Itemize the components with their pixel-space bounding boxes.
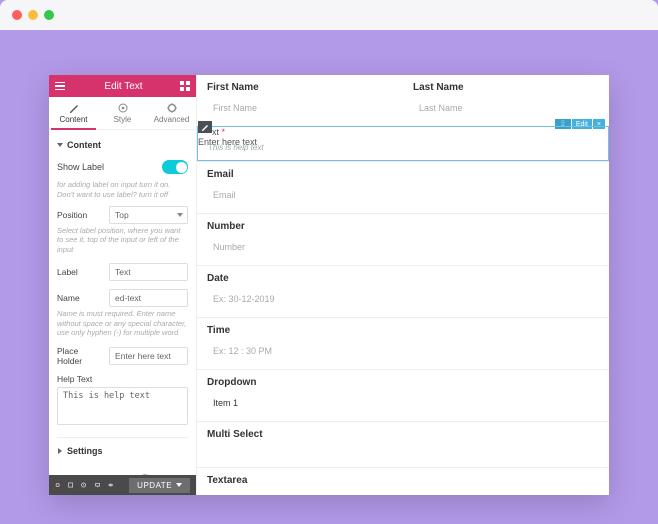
name-label: Name	[57, 293, 103, 303]
editor-app: Edit Text Content Style	[49, 75, 609, 495]
position-label: Position	[57, 210, 103, 220]
multiselect-input[interactable]	[207, 445, 599, 459]
element-tag[interactable]	[198, 121, 212, 133]
position-hint: Select label position, where you want to…	[57, 226, 188, 255]
window-close-dot[interactable]	[12, 10, 22, 20]
sidebar-body: Content Show Label for adding label on i…	[49, 130, 196, 475]
show-label-label: Show Label	[57, 162, 104, 172]
editor-sidebar: Edit Text Content Style	[49, 75, 197, 495]
textarea-input[interactable]: Text area	[207, 491, 599, 495]
date-input[interactable]: Ex: 30-12-2019	[207, 289, 599, 309]
dropdown-select[interactable]: Item 1	[207, 393, 599, 413]
update-button[interactable]: UPDATE	[129, 478, 190, 493]
placeholder-label: Place Holder	[57, 346, 103, 366]
show-label-toggle[interactable]	[162, 160, 188, 174]
name-hint: Name is must required. Enter name withou…	[57, 309, 188, 338]
widgets-icon[interactable]	[180, 81, 190, 91]
field-textarea[interactable]: Textarea Text area	[197, 467, 609, 495]
panel-title: Edit Text	[104, 81, 142, 92]
label-label: Label	[57, 267, 103, 277]
preview-icon[interactable]	[108, 480, 113, 490]
field-last-name[interactable]: Last Name Last Name ⁞⁞ Edit ×	[403, 75, 609, 126]
field-time[interactable]: Time Ex: 12 : 30 PM	[197, 317, 609, 361]
accordion-settings[interactable]: Settings	[57, 437, 188, 460]
chevron-right-icon	[58, 448, 62, 454]
help-text: This is help text	[208, 143, 598, 152]
tab-style[interactable]: Style	[98, 97, 147, 129]
show-label-hint: for adding label on input turn it on. Do…	[57, 180, 188, 200]
field-text-selected[interactable]: xt * Enter here text This is help text	[197, 126, 609, 161]
tab-advanced[interactable]: Advanced	[147, 97, 196, 129]
sidebar-footer: UPDATE	[49, 475, 196, 495]
browser-titlebar	[0, 0, 658, 30]
email-input[interactable]: Email	[207, 185, 599, 205]
window-min-dot[interactable]	[28, 10, 38, 20]
sidebar-header: Edit Text	[49, 75, 196, 97]
chevron-down-icon	[176, 483, 182, 487]
field-dropdown[interactable]: Dropdown Item 1	[197, 369, 609, 413]
window-max-dot[interactable]	[44, 10, 54, 20]
chevron-down-icon	[57, 143, 63, 147]
settings-icon[interactable]	[55, 480, 60, 490]
responsive-icon[interactable]	[95, 480, 100, 490]
name-input[interactable]	[109, 289, 188, 307]
first-name-input[interactable]: First Name	[207, 98, 393, 118]
tab-content[interactable]: Content	[49, 97, 98, 129]
history-icon[interactable]	[81, 480, 86, 490]
last-name-input[interactable]: Last Name	[413, 98, 599, 118]
accordion-content[interactable]: Content	[57, 136, 188, 154]
placeholder-input[interactable]	[109, 347, 188, 365]
helptext-label: Help Text	[57, 374, 188, 384]
time-input[interactable]: Ex: 12 : 30 PM	[207, 341, 599, 361]
sidebar-tabs: Content Style Advanced	[49, 97, 196, 130]
helptext-input[interactable]: This is help text	[57, 387, 188, 425]
navigator-icon[interactable]	[68, 480, 73, 490]
label-input[interactable]	[109, 263, 188, 281]
menu-icon[interactable]	[55, 82, 67, 91]
field-first-name[interactable]: First Name First Name	[197, 75, 403, 126]
field-multiselect[interactable]: Multi Select	[197, 421, 609, 459]
number-input[interactable]: Number	[207, 237, 599, 257]
field-email[interactable]: Email Email	[197, 161, 609, 205]
field-number[interactable]: Number Number	[197, 213, 609, 257]
chevron-down-icon	[177, 213, 183, 217]
form-canvas: First Name First Name Last Name Last Nam…	[197, 75, 609, 495]
field-date[interactable]: Date Ex: 30-12-2019	[197, 265, 609, 309]
